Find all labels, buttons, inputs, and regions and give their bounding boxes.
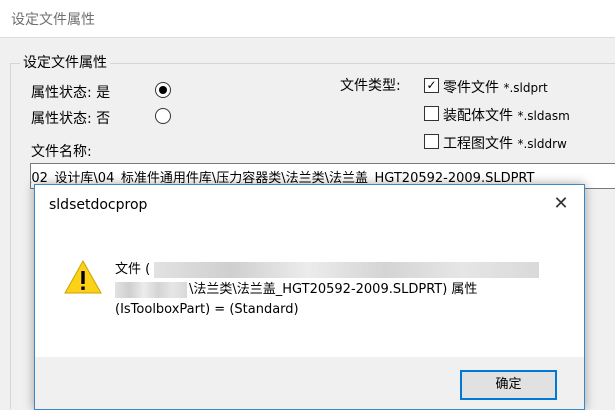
message-line-2: \法兰类\法兰盖_HGT20592-2009.SLDPRT) 属性 — [115, 280, 539, 300]
redacted-path-1 — [154, 261, 540, 278]
dialog-message: 文件 ( \法兰类\法兰盖_HGT20592-2009.SLDPRT) 属性 (… — [115, 260, 540, 320]
warning-icon — [64, 259, 102, 294]
dialog-title: sldsetdocprop — [49, 197, 148, 213]
file-name-label: 文件名称: — [31, 144, 92, 160]
part-file-label: 零件文件 — [443, 80, 499, 96]
status-yes-radio[interactable] — [155, 82, 171, 98]
dialog-footer: 确定 — [35, 357, 584, 409]
drawing-file-option: 工程图文件 *.slddrw — [443, 133, 567, 153]
status-no-radio[interactable] — [155, 108, 171, 124]
ok-button[interactable]: 确定 — [460, 370, 557, 400]
drawing-file-label: 工程图文件 — [443, 136, 513, 152]
group-title: 设定文件属性 — [20, 52, 110, 72]
radio-selected-dot — [159, 86, 167, 94]
message-line-3: (IsToolboxPart) = (Standard) — [115, 302, 299, 317]
assembly-file-ext: *.sldasm — [517, 109, 570, 123]
assembly-file-label: 装配体文件 — [443, 108, 513, 124]
status-no-label: 属性状态: 否 — [31, 111, 111, 127]
drawing-file-ext: *.slddrw — [517, 137, 567, 151]
window-title: 设定文件属性 — [11, 12, 95, 28]
drawing-file-checkbox[interactable] — [424, 134, 439, 149]
part-file-ext: *.sldprt — [503, 81, 548, 95]
window-titlebar: 设定文件属性 — [0, 0, 615, 38]
redacted-path-2 — [115, 281, 187, 298]
message-line-1: 文件 ( — [115, 260, 540, 280]
assembly-file-checkbox[interactable] — [424, 106, 439, 121]
message-dialog: sldsetdocprop ✕ 文件 ( \法兰类\法兰盖_HGT20592-2… — [34, 184, 585, 410]
part-file-option: 零件文件 *.sldprt — [443, 77, 548, 97]
part-file-checkbox[interactable]: ✓ — [424, 78, 439, 93]
status-yes-label: 属性状态: 是 — [31, 85, 111, 101]
close-icon: ✕ — [553, 193, 569, 214]
assembly-file-option: 装配体文件 *.sldasm — [443, 105, 570, 125]
close-button[interactable]: ✕ — [538, 185, 584, 223]
file-type-label: 文件类型: — [340, 78, 401, 94]
